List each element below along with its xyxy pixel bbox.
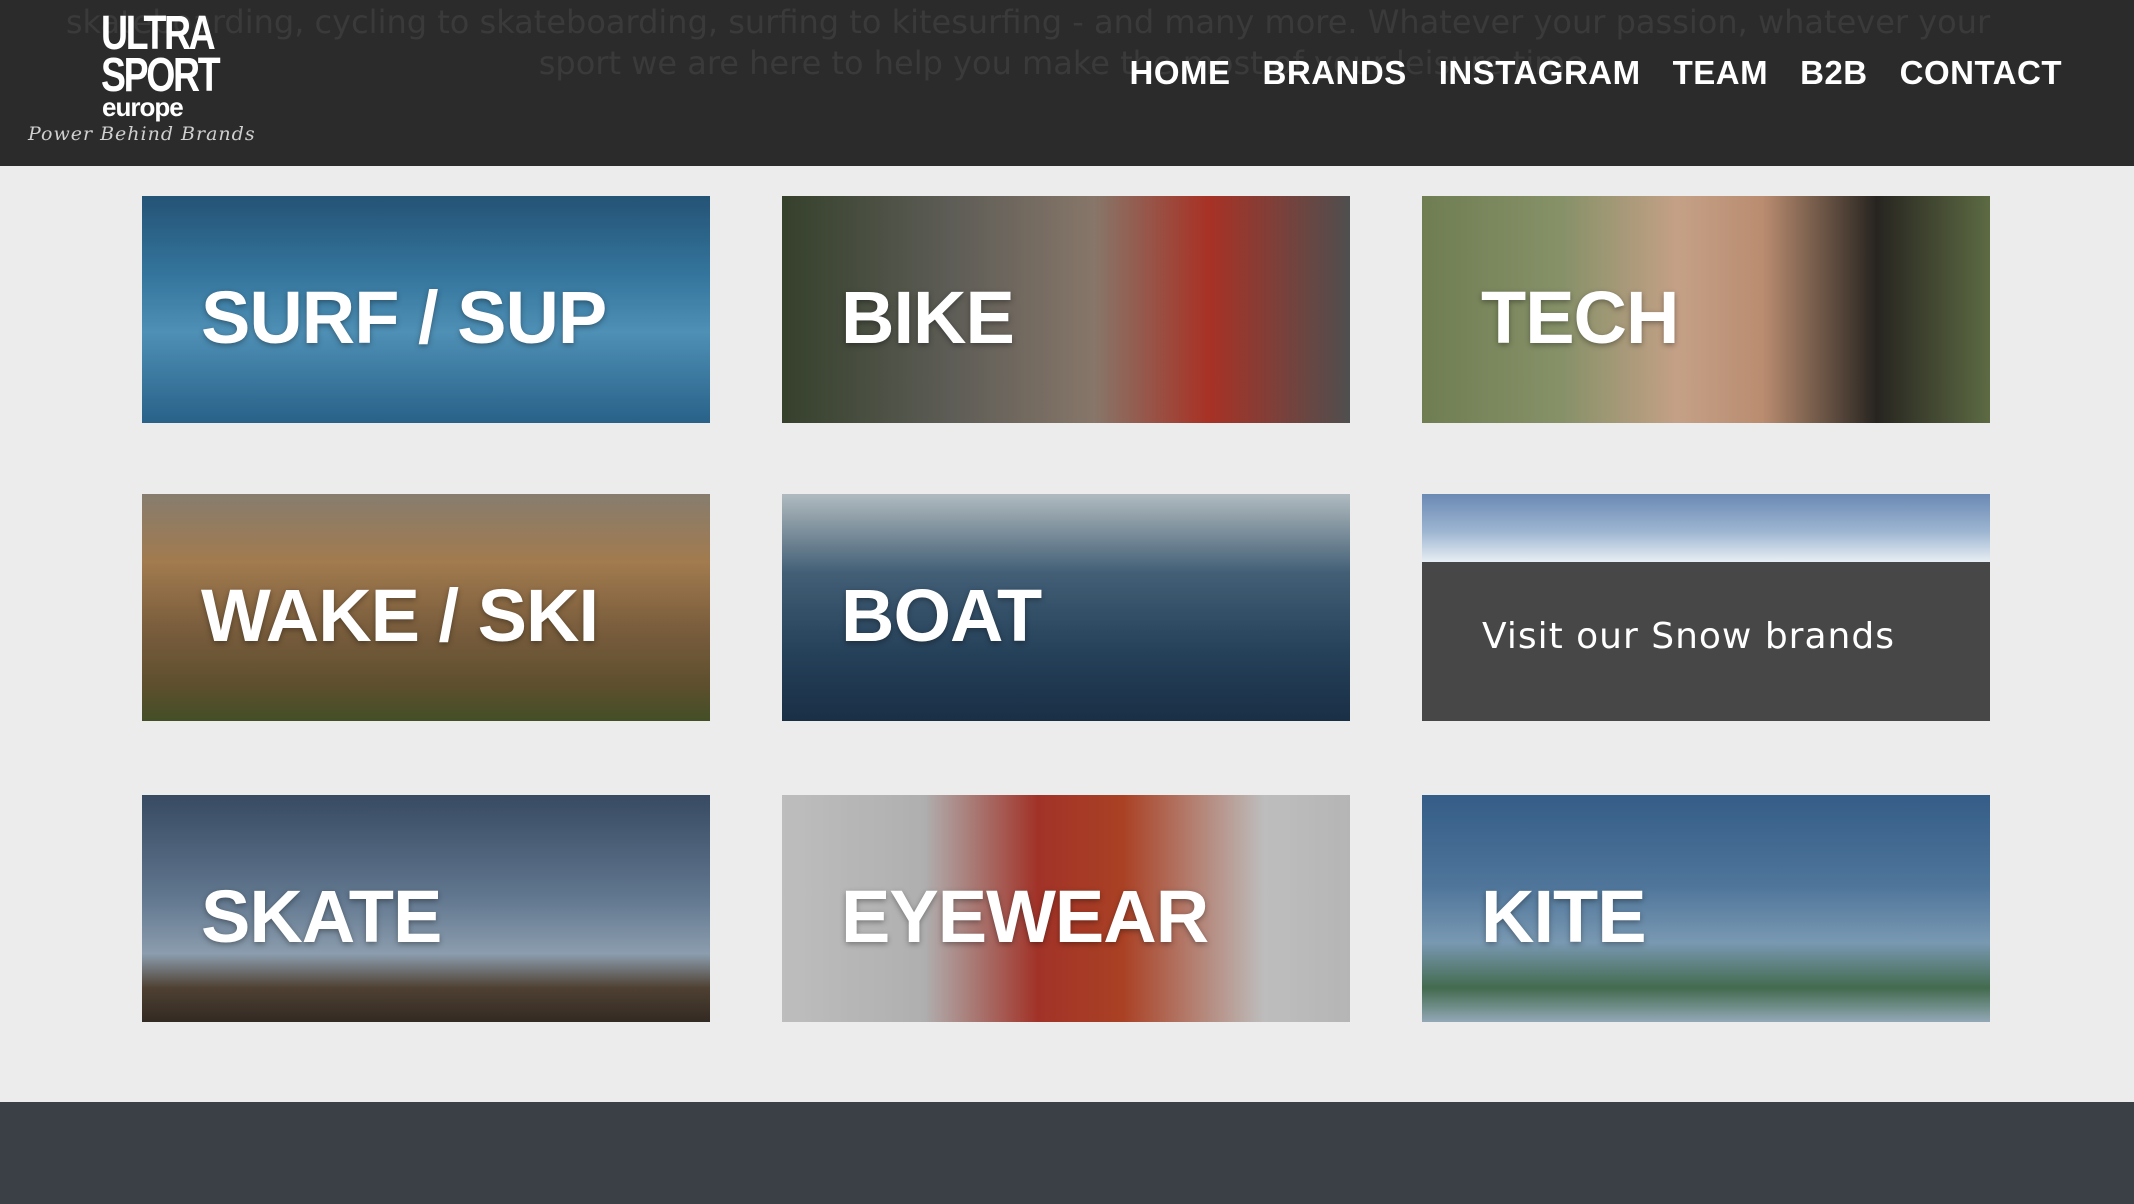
tile-skate[interactable]: SKATE <box>142 795 710 1022</box>
nav-contact[interactable]: CONTACT <box>1900 54 2062 92</box>
tile-bike[interactable]: BIKE <box>782 196 1350 423</box>
tile-wake-ski[interactable]: WAKE / SKI <box>142 494 710 721</box>
snow-brands-link: Visit our Snow brands <box>1482 616 1895 657</box>
tile-surf-sup[interactable]: SURF / SUP <box>142 196 710 423</box>
intro-line-1: skateboarding, cycling to skateboarding,… <box>65 3 1991 41</box>
snow-mountains-photo <box>1422 494 1990 562</box>
tile-label: KITE <box>1481 875 1647 958</box>
tile-eyewear[interactable]: EYEWEAR <box>782 795 1350 1022</box>
tile-boat[interactable]: BOAT <box>782 494 1350 721</box>
tile-snow-brands[interactable]: Visit our Snow brands <box>1422 494 1990 721</box>
logo-word-europe: europe <box>102 92 184 122</box>
tile-label: TECH <box>1481 276 1679 359</box>
site-footer <box>0 1102 2134 1204</box>
tile-label: EYEWEAR <box>841 875 1209 958</box>
tile-label: BIKE <box>841 276 1015 359</box>
nav-team[interactable]: TEAM <box>1673 54 1769 92</box>
nav-home[interactable]: HOME <box>1130 54 1231 92</box>
nav-brands[interactable]: BRANDS <box>1263 54 1407 92</box>
nav-b2b[interactable]: B2B <box>1800 54 1868 92</box>
tile-kite[interactable]: KITE <box>1422 795 1990 1022</box>
tile-label: SURF / SUP <box>201 276 607 359</box>
tile-label: SKATE <box>201 875 442 958</box>
tile-label: WAKE / SKI <box>201 574 599 657</box>
site-logo[interactable]: ULTRA SPORT europe Power Behind Brands <box>24 10 284 150</box>
tile-tech[interactable]: TECH <box>1422 196 1990 423</box>
main-nav: HOME BRANDS INSTAGRAM TEAM B2B CONTACT <box>1130 54 2062 92</box>
nav-instagram[interactable]: INSTAGRAM <box>1439 54 1641 92</box>
tile-label: BOAT <box>841 574 1042 657</box>
logo-tagline: Power Behind Brands <box>28 123 256 145</box>
site-header: skateboarding, cycling to skateboarding,… <box>0 0 2134 166</box>
